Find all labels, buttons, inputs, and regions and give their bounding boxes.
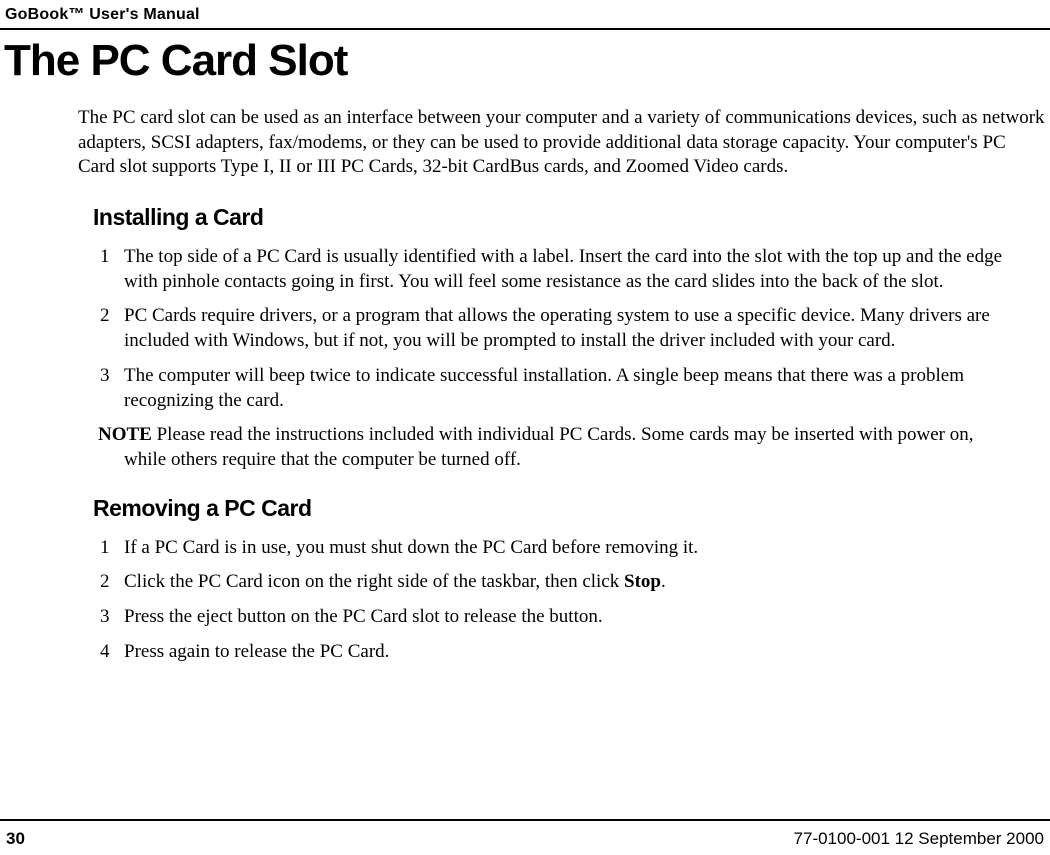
list-text: Click the PC Card icon on the right side…	[124, 570, 1040, 595]
list-number: 1	[100, 536, 124, 561]
note-text-line1: Please read the instructions included wi…	[152, 424, 974, 445]
list-item: 4 Press again to release the PC Card.	[100, 640, 1040, 665]
doc-info: 77-0100-001 12 September 2000	[794, 829, 1044, 849]
list-number: 2	[100, 304, 124, 353]
page-number: 30	[6, 829, 25, 849]
list-item: 2 Click the PC Card icon on the right si…	[100, 570, 1040, 595]
intro-paragraph: The PC card slot can be used as an inter…	[0, 106, 1050, 204]
removing-list: 1 If a PC Card is in use, you must shut …	[0, 536, 1050, 665]
list-number: 4	[100, 640, 124, 665]
list-number: 1	[100, 245, 124, 294]
note-text-line2: while others require that the computer b…	[98, 448, 1040, 473]
list-text: Press again to release the PC Card.	[124, 640, 1040, 665]
section-removing-title: Removing a PC Card	[0, 495, 1050, 536]
main-title: The PC Card Slot	[0, 30, 1050, 106]
list-item: 1 If a PC Card is in use, you must shut …	[100, 536, 1040, 561]
list-item: 3 The computer will beep twice to indica…	[100, 364, 1040, 413]
document-page: GoBook™ User's Manual The PC Card Slot T…	[0, 0, 1050, 664]
installing-list: 1 The top side of a PC Card is usually i…	[0, 245, 1050, 413]
footer-bar: 30 77-0100-001 12 September 2000	[0, 819, 1050, 849]
list-text: Press the eject button on the PC Card sl…	[124, 605, 1040, 630]
list-item: 1 The top side of a PC Card is usually i…	[100, 245, 1040, 294]
note-block: NOTE Please read the instructions includ…	[0, 423, 1050, 494]
bold-word: Stop	[624, 571, 661, 592]
list-text-part: Click the PC Card icon on the right side…	[124, 571, 624, 592]
list-text: PC Cards require drivers, or a program t…	[124, 304, 1040, 353]
list-text: The top side of a PC Card is usually ide…	[124, 245, 1040, 294]
list-number: 2	[100, 570, 124, 595]
section-installing-title: Installing a Card	[0, 204, 1050, 245]
list-number: 3	[100, 364, 124, 413]
list-text: The computer will beep twice to indicate…	[124, 364, 1040, 413]
list-text-part: .	[661, 571, 666, 592]
list-item: 3 Press the eject button on the PC Card …	[100, 605, 1040, 630]
list-text: If a PC Card is in use, you must shut do…	[124, 536, 1040, 561]
note-label: NOTE	[98, 424, 152, 445]
list-number: 3	[100, 605, 124, 630]
header-title: GoBook™ User's Manual	[5, 6, 1045, 24]
list-item: 2 PC Cards require drivers, or a program…	[100, 304, 1040, 353]
header-bar: GoBook™ User's Manual	[0, 6, 1050, 30]
